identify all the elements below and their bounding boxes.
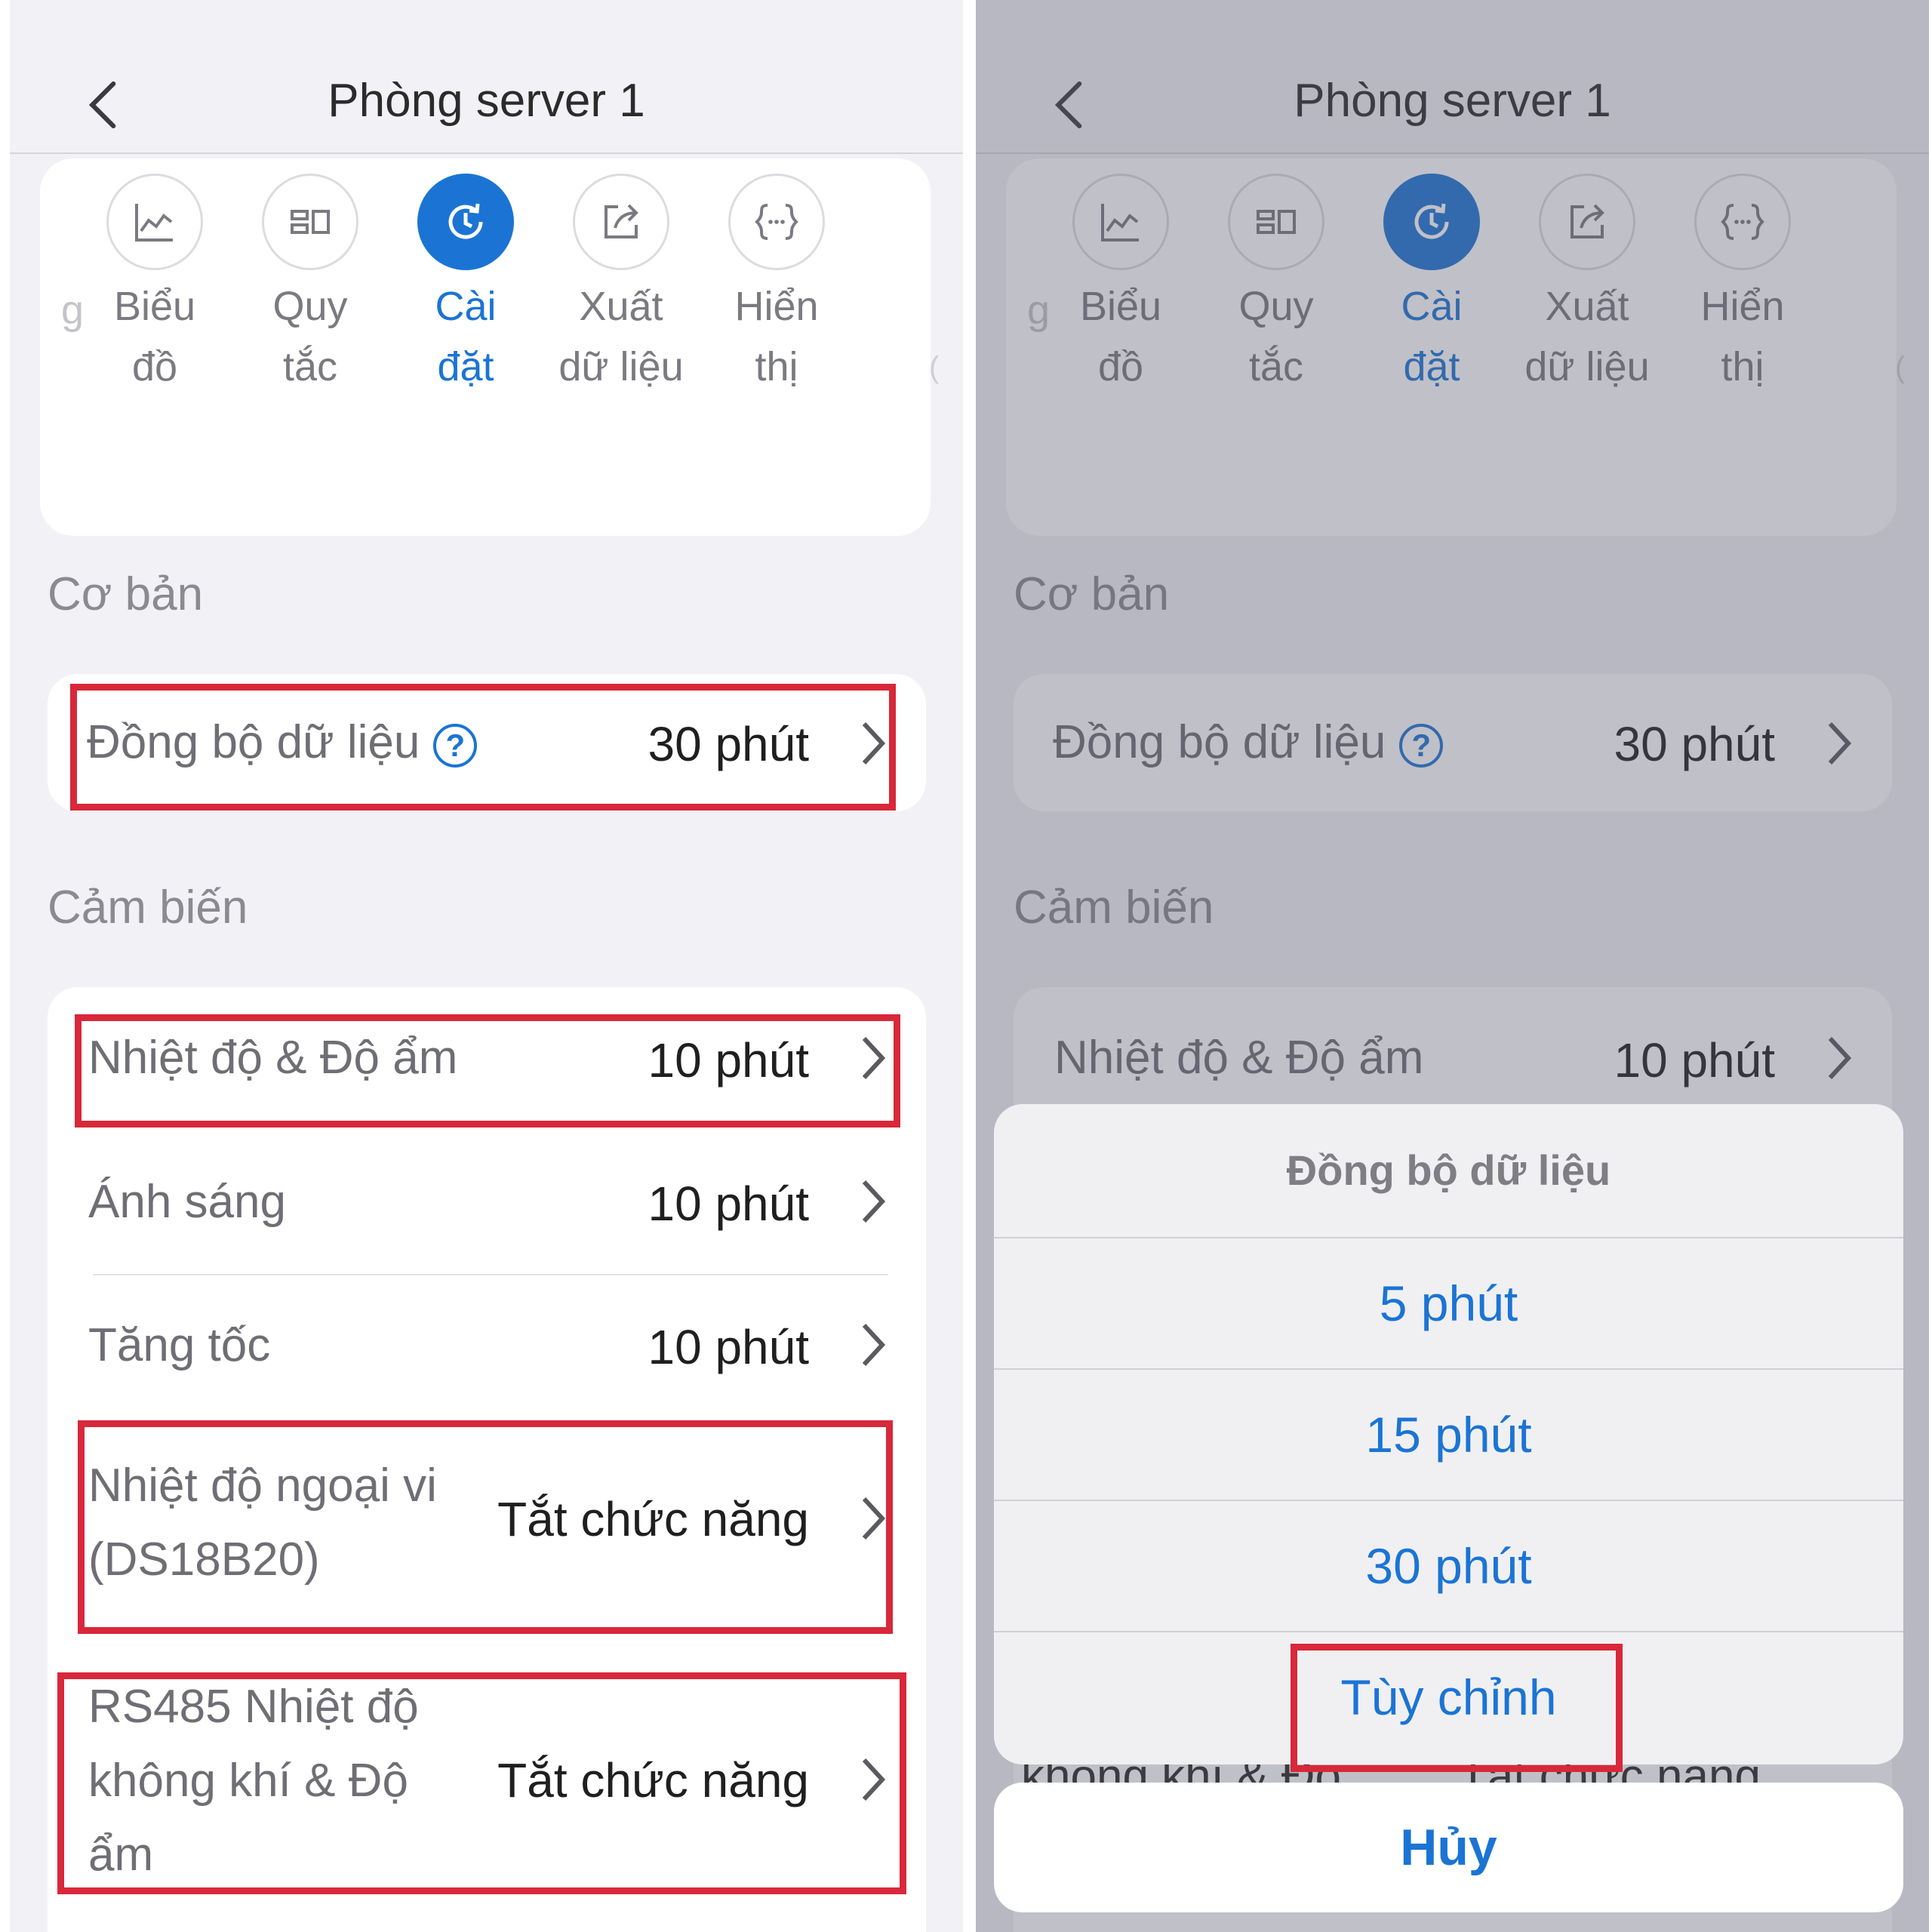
row-label: Nhiệt độ ngoại vi (DS18B20): [88, 1460, 437, 1586]
sync-row[interactable]: Đồng bộ dữ liệu? 30 phút: [48, 674, 926, 811]
cancel-button[interactable]: Hủy: [994, 1783, 1903, 1912]
sensor-row-light[interactable]: Ánh sáng 10 phút: [48, 1131, 926, 1274]
sensor-row-external-temp[interactable]: Nhiệt độ ngoại vi (DS18B20) Tắt chức năng: [48, 1422, 926, 1620]
row-label: Đồng bộ dữ liệu?: [87, 706, 478, 780]
sheet-title: Đồng bộ dữ liệu: [994, 1104, 1903, 1238]
row-value: Tắt chức năng: [497, 1492, 809, 1546]
chart-icon: [106, 174, 203, 270]
action-sheet: Đồng bộ dữ liệu 5 phút 15 phút 30 phút T…: [994, 1104, 1903, 1764]
page-title: Phòng server 1: [328, 75, 645, 127]
tab-partial-right: (: [929, 351, 940, 384]
code-icon: [728, 174, 825, 270]
tab-settings[interactable]: Cài đặt: [398, 174, 534, 397]
chevron-right-icon: [858, 1321, 888, 1369]
row-label: Nhiệt độ & Độ ẩm: [88, 1032, 458, 1084]
row-label: RS485 Nhiệt độ không khí & Độ ẩm: [88, 1681, 419, 1881]
tab-label: Quy tắc: [272, 284, 348, 389]
row-value: 30 phút: [648, 717, 809, 771]
sensor-row-rs485[interactable]: RS485 Nhiệt độ không khí & Độ ẩm Tắt chức …: [48, 1671, 926, 1897]
tab-rules[interactable]: Quy tắc: [242, 174, 378, 397]
export-icon: [573, 174, 669, 270]
tab-label: Hiển thị: [734, 284, 819, 389]
option-custom[interactable]: Tùy chỉnh: [994, 1632, 1903, 1762]
tab-label: Xuất dữ liệu: [558, 284, 684, 389]
chevron-right-icon: [858, 1755, 888, 1804]
option-15-min[interactable]: 15 phút: [994, 1370, 1903, 1501]
section-title-sensors: Cảm biến: [48, 881, 248, 934]
tab-partial-left: g: [61, 288, 85, 333]
row-value: 10 phút: [648, 1320, 809, 1374]
settings-screen-with-sheet: Phòng server 1 g Biểuđồ Quytắc Càiđặt: [976, 0, 1929, 1932]
sensor-row-acceleration[interactable]: Tăng tốc 10 phút: [48, 1275, 926, 1419]
row-value: 10 phút: [648, 1033, 809, 1088]
row-value: Tắt chức năng: [497, 1753, 809, 1807]
chevron-right-icon: [858, 1034, 888, 1082]
row-label: Tăng tốc: [88, 1319, 271, 1371]
settings-icon: [417, 174, 514, 270]
chevron-right-icon: [858, 1177, 888, 1226]
chevron-right-icon: [858, 1494, 888, 1543]
nav-bar: Phòng server 1: [10, 18, 963, 154]
chevron-right-icon: [858, 719, 888, 768]
option-5-min[interactable]: 5 phút: [994, 1238, 1903, 1370]
tab-chart[interactable]: Biểu đồ: [87, 174, 223, 397]
section-title-basic: Cơ bản: [48, 568, 204, 620]
sensors-card: Nhiệt độ & Độ ẩm 10 phút Ánh sáng 10 phú…: [48, 987, 926, 1932]
option-30-min[interactable]: 30 phút: [994, 1501, 1903, 1632]
tab-label: Biểu đồ: [113, 284, 196, 389]
rules-icon: [262, 174, 358, 270]
tab-strip: g Biểu đồ Quy tắc Cài đặt Xuất dữ liệu H…: [40, 158, 939, 536]
settings-screen: Phòng server 1 g Biểuđồ Quytắc Càiđặt: [10, 0, 963, 1932]
tab-label: Cài đặt: [435, 284, 497, 389]
help-icon[interactable]: ?: [433, 723, 478, 768]
row-value: 10 phút: [648, 1177, 809, 1231]
tab-export[interactable]: Xuất dữ liệu: [553, 174, 689, 397]
tab-display[interactable]: Hiển thị: [709, 174, 844, 397]
sensor-row-temp-humidity[interactable]: Nhiệt độ & Độ ẩm 10 phút: [48, 987, 926, 1131]
row-label: Ánh sáng: [88, 1176, 286, 1228]
basic-card: Đồng bộ dữ liệu? 30 phút: [48, 674, 926, 811]
